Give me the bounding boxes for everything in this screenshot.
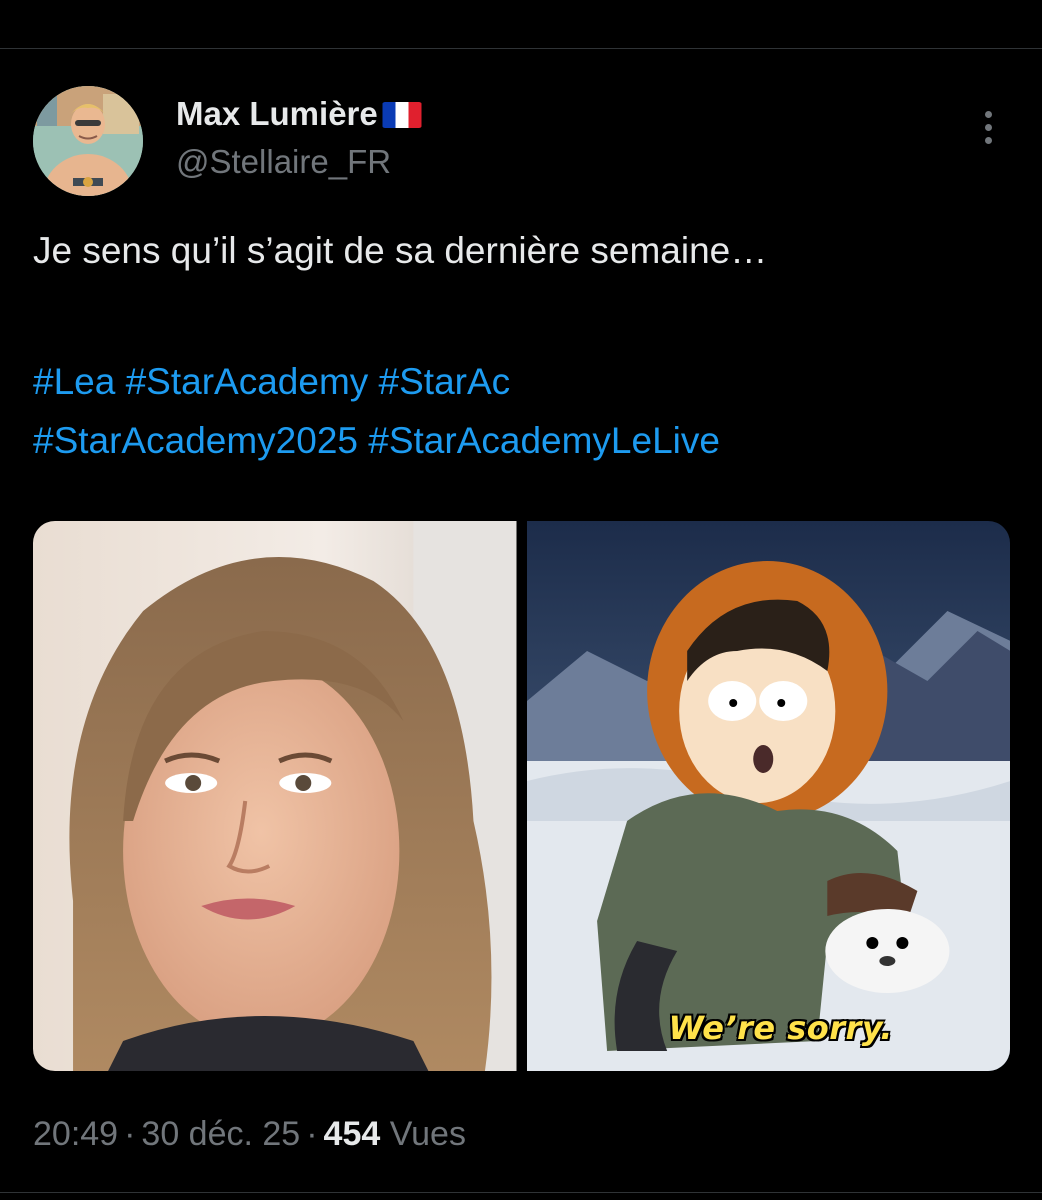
meta-separator: · xyxy=(124,1115,136,1153)
tweet-meta: 20:49 · 30 déc. 25 · 454 Vues xyxy=(33,1110,466,1158)
hashtag-lea[interactable]: #Lea xyxy=(33,361,115,402)
views-count[interactable]: 454 xyxy=(324,1115,381,1153)
portrait-photo-icon xyxy=(33,521,517,1071)
display-name-row: Max Lumière xyxy=(176,94,422,134)
tweet-text: Je sens qu’il s’agit de sa dernière sema… xyxy=(33,230,768,271)
author-handle[interactable]: @Stellaire_FR xyxy=(176,142,422,182)
media-photo-left[interactable] xyxy=(33,521,517,1071)
hashtag-staracademylelive[interactable]: #StarAcademyLeLive xyxy=(368,420,720,461)
more-dot xyxy=(984,136,992,144)
more-dot xyxy=(984,110,992,118)
hashtag-staracademy[interactable]: #StarAcademy xyxy=(126,361,369,402)
display-name[interactable]: Max Lumière xyxy=(176,94,378,134)
author-avatar[interactable] xyxy=(33,86,143,196)
tweet-date[interactable]: 30 déc. 25 xyxy=(141,1115,300,1153)
more-dot xyxy=(984,123,992,131)
meta-separator: · xyxy=(306,1115,318,1153)
cartoon-still-icon xyxy=(526,521,1010,1071)
tweet-time[interactable]: 20:49 xyxy=(33,1115,118,1153)
france-flag-icon xyxy=(382,102,422,128)
author-info[interactable]: Max Lumière @Stellaire_FR xyxy=(176,94,422,182)
more-options-icon[interactable] xyxy=(970,102,1006,152)
bottom-divider xyxy=(0,1192,1042,1193)
hashtag-staracademy2025[interactable]: #StarAcademy2025 xyxy=(33,420,358,461)
views-label: Vues xyxy=(389,1115,466,1153)
hashtag-starac[interactable]: #StarAc xyxy=(379,361,511,402)
media-grid: We’re sorry. xyxy=(33,521,1010,1071)
hashtags: #Lea #StarAcademy #StarAc #StarAcademy20… xyxy=(33,352,1013,470)
top-divider xyxy=(0,48,1042,49)
media-cartoon-right[interactable]: We’re sorry. xyxy=(526,521,1010,1071)
cartoon-caption: We’re sorry. xyxy=(668,1009,893,1047)
